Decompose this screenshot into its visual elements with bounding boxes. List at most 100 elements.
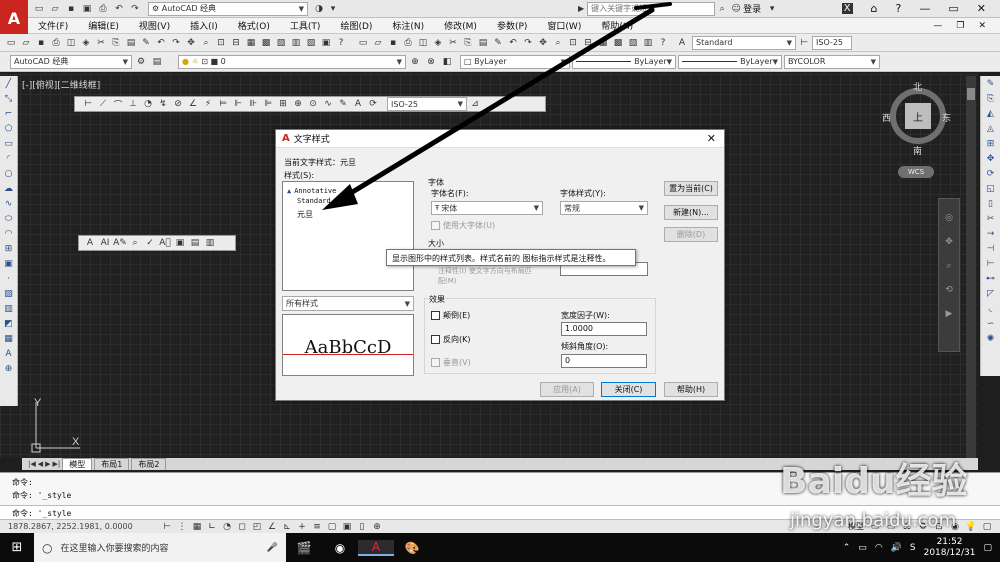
ellipse-icon[interactable]: ⬭ — [2, 212, 16, 226]
scale-icon[interactable]: ◱ — [984, 182, 998, 196]
hatch-icon[interactable]: ▨ — [2, 287, 16, 301]
battery-icon[interactable]: ▭ — [858, 543, 867, 553]
dim-style-icon[interactable]: ⊢ — [797, 36, 811, 50]
ortho-icon[interactable]: ∟ — [205, 520, 219, 534]
showmotion-icon[interactable]: ▶ — [939, 309, 959, 319]
undo-icon[interactable]: ↶ — [154, 36, 168, 50]
open-icon[interactable]: ▱ — [48, 2, 62, 16]
paste-icon[interactable]: ▤ — [124, 36, 138, 50]
scrollbar-thumb[interactable] — [967, 88, 975, 100]
rectangle-icon[interactable]: ▭ — [2, 137, 16, 151]
stretch-icon[interactable]: ▯ — [984, 197, 998, 211]
preview-icon[interactable]: ◫ — [64, 36, 78, 50]
user-icon[interactable]: ☺ — [729, 2, 743, 16]
redo-icon[interactable]: ↷ — [169, 36, 183, 50]
viewcube-west[interactable]: 西 — [882, 111, 891, 124]
dim-aligned-icon[interactable]: ⟋ — [96, 97, 110, 111]
construction-line-icon[interactable]: ⤡ — [2, 92, 16, 106]
properties-icon[interactable]: ▦ — [244, 36, 258, 50]
edit-text-icon[interactable]: A✎ — [113, 236, 127, 250]
workspace-dropdown[interactable]: ⚙ AutoCAD 经典 ▼ — [148, 1, 308, 16]
tab-next-icon[interactable]: ▶ — [45, 460, 50, 468]
gradient-icon[interactable]: ▥ — [2, 302, 16, 316]
otrack-icon[interactable]: ∠ — [265, 520, 279, 534]
tpy-icon[interactable]: ▢ — [325, 520, 339, 534]
break-point-icon[interactable]: ⊣ — [984, 242, 998, 256]
chamfer-icon[interactable]: ◸ — [984, 287, 998, 301]
new-icon[interactable]: ▭ — [4, 36, 18, 50]
dim-space-icon[interactable]: ⊪ — [246, 97, 260, 111]
upside-down-checkbox[interactable]: 颠倒(E) — [431, 310, 470, 321]
ducs-icon[interactable]: ⊾ — [280, 520, 294, 534]
publish-icon[interactable]: ◈ — [79, 36, 93, 50]
vertical-scrollbar[interactable] — [966, 76, 976, 458]
point-icon[interactable]: · — [2, 272, 16, 286]
grid-icon[interactable]: ▦ — [190, 520, 204, 534]
erase-icon[interactable]: ✎ — [984, 77, 998, 91]
wifi-icon[interactable]: ◠ — [875, 543, 883, 553]
spline-icon[interactable]: ∿ — [2, 197, 16, 211]
layer-manager-icon[interactable]: ▤ — [150, 55, 164, 69]
insert-block-icon[interactable]: ⊞ — [2, 242, 16, 256]
tab-layout1[interactable]: 布局1 — [94, 458, 130, 470]
dim-angular-icon[interactable]: ∠ — [186, 97, 200, 111]
osnap-icon[interactable]: ◻ — [235, 520, 249, 534]
dim-break-icon[interactable]: ⊫ — [261, 97, 275, 111]
close-icon[interactable]: ✕ — [977, 2, 986, 15]
steering-wheel-icon[interactable]: ◎ — [939, 213, 959, 223]
dim-radius-icon[interactable]: ◔ — [141, 97, 155, 111]
lwt-icon[interactable]: ≡ — [310, 520, 324, 534]
menu-format[interactable]: 格式(O) — [238, 19, 270, 32]
pan-icon[interactable]: ✥ — [939, 237, 959, 247]
minimize-icon[interactable]: — — [919, 2, 930, 15]
oblique-angle-field[interactable]: 0 — [561, 354, 647, 368]
login-link[interactable]: 登录 — [743, 2, 761, 15]
doc-minimize-icon[interactable]: — — [933, 21, 942, 31]
taskbar-search[interactable]: ○ 在这里输入你要搜索的内容 🎤 — [34, 533, 286, 562]
fillet-icon[interactable]: ◟ — [984, 302, 998, 316]
3dosnap-icon[interactable]: ◰ — [250, 520, 264, 534]
sc-icon[interactable]: ▯ — [355, 520, 369, 534]
polar-icon[interactable]: ◔ — [220, 520, 234, 534]
open-icon[interactable]: ▱ — [19, 36, 33, 50]
dialog-close-icon[interactable]: ✕ — [707, 132, 716, 145]
tab-first-icon[interactable]: |◀ — [28, 460, 36, 468]
mirror-icon[interactable]: ◭ — [984, 107, 998, 121]
dtext-icon[interactable]: AI — [98, 236, 112, 250]
save-icon[interactable]: ▪ — [64, 2, 78, 16]
revcloud-icon[interactable]: ☁ — [2, 182, 16, 196]
mtext-icon[interactable]: A — [2, 347, 16, 361]
orbit-icon[interactable]: ⟲ — [939, 285, 959, 295]
saveas-icon[interactable]: ▣ — [80, 2, 94, 16]
paint-app-icon[interactable]: 🎨 — [394, 541, 430, 555]
trim-icon[interactable]: ✂ — [984, 212, 998, 226]
tab-last-icon[interactable]: ▶| — [53, 460, 61, 468]
autocad-taskbar-icon[interactable]: A — [358, 539, 394, 556]
zoom-icon[interactable]: ⌕ — [199, 36, 213, 50]
width-factor-field[interactable]: 1.0000 — [561, 322, 647, 336]
dropdown-icon[interactable]: ▾ — [765, 2, 779, 16]
polyline-icon[interactable]: ⌐ — [2, 107, 16, 121]
doc-close-icon[interactable]: ✕ — [978, 21, 986, 31]
polygon-icon[interactable]: ⬠ — [2, 122, 16, 136]
viewcube-east[interactable]: 东 — [942, 111, 951, 124]
copy-icon[interactable]: ⎘ — [109, 36, 123, 50]
tolerance-icon[interactable]: ⊞ — [276, 97, 290, 111]
extend-icon[interactable]: → — [984, 227, 998, 241]
add-selected-icon[interactable]: ⊕ — [2, 362, 16, 376]
windows-start-icon[interactable]: ⊞ — [0, 540, 34, 555]
save-icon[interactable]: ▪ — [34, 36, 48, 50]
settings-icon[interactable]: ⚙ — [134, 55, 148, 69]
join-icon[interactable]: ⊷ — [984, 272, 998, 286]
region-icon[interactable]: ◩ — [2, 317, 16, 331]
style-filter-dropdown[interactable]: 所有样式 ▼ — [282, 296, 414, 311]
dim-diameter-icon[interactable]: ⊘ — [171, 97, 185, 111]
cut-icon[interactable]: ✂ — [94, 36, 108, 50]
dim-linear-icon[interactable]: ⊢ — [81, 97, 95, 111]
tab-layout2[interactable]: 布局2 — [131, 458, 167, 470]
menu-view[interactable]: 视图(V) — [139, 19, 170, 32]
spell-icon[interactable]: ✓ — [143, 236, 157, 250]
explode-icon[interactable]: ✺ — [984, 332, 998, 346]
volume-icon[interactable]: 🔊 — [891, 543, 902, 553]
rotate-icon[interactable]: ⟳ — [984, 167, 998, 181]
